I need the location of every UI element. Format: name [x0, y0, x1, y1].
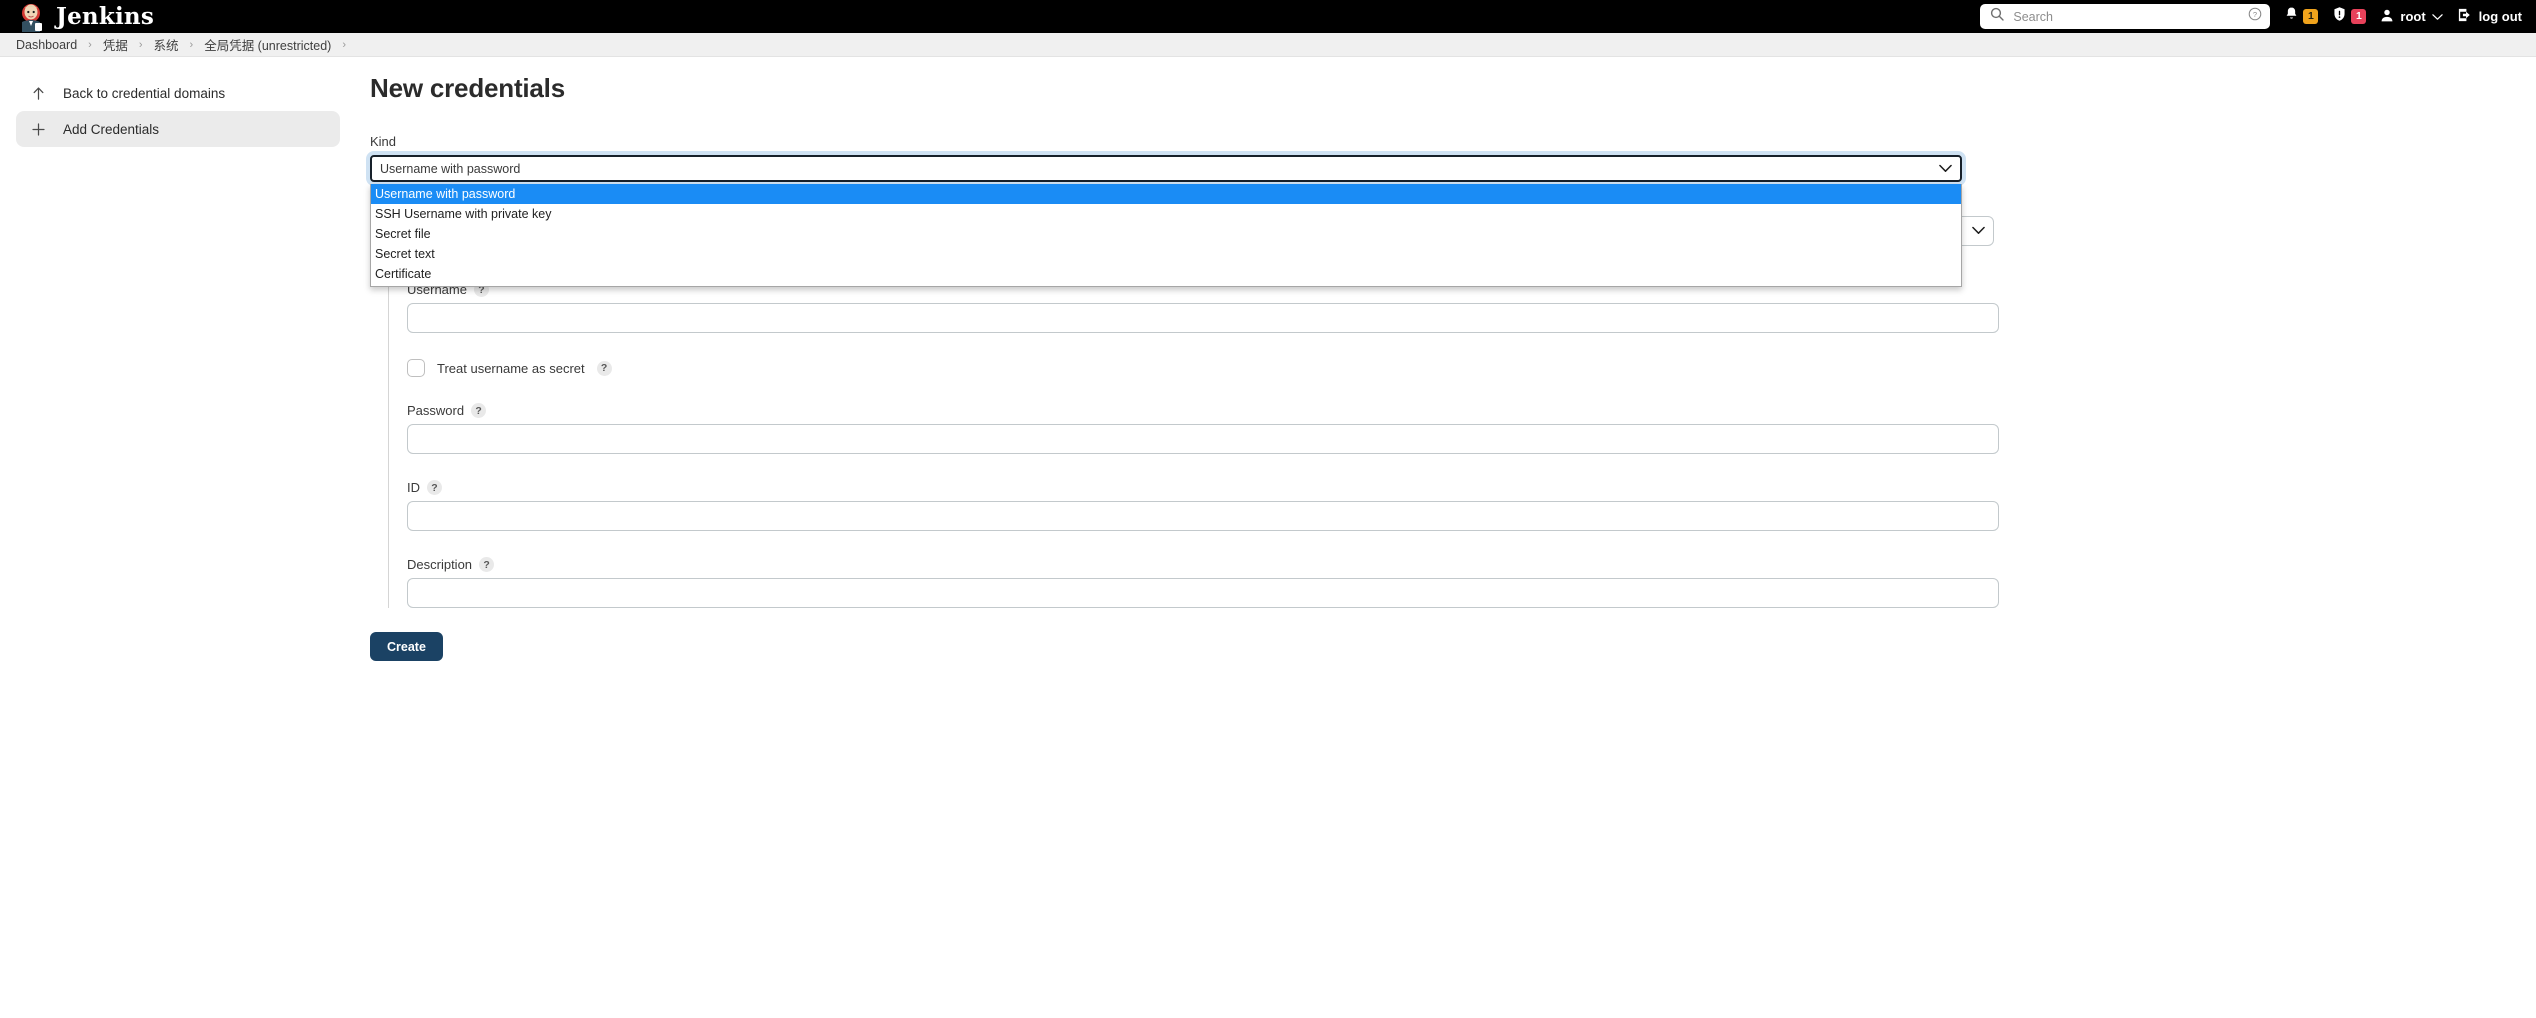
kind-select[interactable]: Username with password — [370, 155, 1962, 182]
sidebar-item-back-to-credential-domains[interactable]: Back to credential domains — [16, 75, 340, 111]
help-icon[interactable]: ? — [471, 403, 487, 418]
description-input[interactable] — [407, 578, 1999, 608]
shield-exclamation-icon — [2332, 6, 2347, 27]
breadcrumb-item-dashboard[interactable]: Dashboard — [10, 38, 83, 52]
breadcrumb-item-global-credentials[interactable]: 全局凭据 (unrestricted) — [198, 35, 337, 54]
help-icon[interactable]: ? — [596, 360, 612, 376]
security-button[interactable]: 1 — [2332, 6, 2367, 27]
search-box[interactable]: Search ? — [1980, 4, 2271, 29]
page-body: Back to credential domains Add Credentia… — [0, 57, 2536, 1017]
kind-select-value: Username with password — [380, 161, 521, 176]
breadcrumb-separator-icon: › — [189, 38, 194, 51]
kind-option-ssh-username-with-private-key[interactable]: SSH Username with private key — [371, 204, 1961, 224]
password-label-text: Password — [407, 403, 465, 418]
main-content: New credentials Kind Username with passw… — [356, 57, 2536, 1017]
help-icon[interactable]: ? — [479, 557, 495, 572]
logout-button[interactable]: log out — [2457, 7, 2522, 26]
chevron-down-icon — [1939, 162, 1952, 176]
id-field-group: ID ? — [407, 480, 2148, 531]
password-input[interactable] — [407, 424, 1999, 454]
chevron-down-icon — [1972, 224, 1985, 238]
bell-icon — [2284, 6, 2299, 27]
logout-label: log out — [2478, 9, 2522, 24]
breadcrumb-item-credentials[interactable]: 凭据 — [97, 35, 134, 54]
treat-username-as-secret-checkbox[interactable] — [407, 359, 425, 377]
breadcrumb-separator-icon: › — [88, 38, 92, 51]
credential-subform: Username ? Treat username as secret ? Pa… — [388, 272, 2148, 608]
username-input[interactable] — [407, 303, 1999, 333]
sidebar: Back to credential domains Add Credentia… — [0, 57, 356, 1017]
brand-title: Jenkins — [56, 3, 154, 30]
kind-label: Kind — [370, 134, 2536, 149]
description-label: Description ? — [407, 557, 2148, 572]
create-button[interactable]: Create — [370, 632, 443, 661]
sidebar-item-label: Back to credential domains — [63, 85, 226, 101]
sidebar-item-label: Add Credentials — [63, 121, 160, 137]
jenkins-butler-logo-icon — [16, 2, 46, 32]
user-menu-button[interactable]: root — [2380, 8, 2443, 26]
breadcrumb: Dashboard › 凭据 › 系统 › 全局凭据 (unrestricted… — [0, 33, 2536, 57]
chevron-down-icon — [2431, 9, 2443, 24]
search-icon — [1990, 7, 2005, 26]
kind-option-secret-text[interactable]: Secret text — [371, 244, 1961, 264]
kind-option-secret-file[interactable]: Secret file — [371, 224, 1961, 244]
id-label-text: ID — [407, 480, 420, 495]
help-icon[interactable]: ? — [427, 480, 442, 495]
username-field-group: Username ? — [407, 282, 2148, 333]
description-label-text: Description — [407, 557, 473, 572]
page-title: New credentials — [370, 73, 565, 103]
sidebar-item-add-credentials[interactable]: Add Credentials — [16, 111, 340, 147]
app-header: Jenkins Search ? 1 1 root log out — [0, 0, 2536, 33]
plus-icon — [30, 121, 47, 138]
person-icon — [2380, 8, 2394, 26]
search-input[interactable]: Search — [2013, 10, 2239, 24]
description-field-group: Description ? — [407, 557, 2148, 608]
security-count-badge: 1 — [2351, 9, 2367, 24]
breadcrumb-item-system[interactable]: 系统 — [148, 35, 185, 54]
id-label: ID ? — [407, 480, 2148, 495]
user-name-label: root — [2400, 9, 2426, 24]
kind-label-text: Kind — [370, 134, 397, 149]
kind-option-certificate[interactable]: Certificate — [371, 264, 1961, 284]
treat-username-as-secret-label: Treat username as secret — [437, 360, 585, 376]
breadcrumb-separator-icon: › — [342, 38, 346, 51]
kind-select-wrap: Username with password Username with pas… — [370, 155, 1962, 287]
id-input[interactable] — [407, 501, 1999, 531]
notifications-button[interactable]: 1 — [2284, 6, 2319, 27]
arrow-up-icon — [30, 85, 47, 102]
notification-count-badge: 1 — [2303, 9, 2319, 24]
breadcrumb-separator-icon: › — [138, 38, 143, 51]
password-label: Password ? — [407, 403, 2148, 418]
logout-icon — [2457, 7, 2473, 26]
svg-text:?: ? — [2253, 10, 2257, 19]
help-circle-icon[interactable]: ? — [2248, 7, 2262, 26]
treat-username-as-secret-row[interactable]: Treat username as secret ? — [407, 359, 2148, 377]
kind-select-dropdown[interactable]: Username with password SSH Username with… — [370, 184, 1962, 287]
kind-option-username-with-password[interactable]: Username with password — [371, 184, 1961, 204]
header-actions: Search ? 1 1 root log out — [1980, 0, 2522, 33]
password-field-group: Password ? — [407, 403, 2148, 454]
jenkins-brand-link[interactable]: Jenkins — [16, 2, 154, 32]
